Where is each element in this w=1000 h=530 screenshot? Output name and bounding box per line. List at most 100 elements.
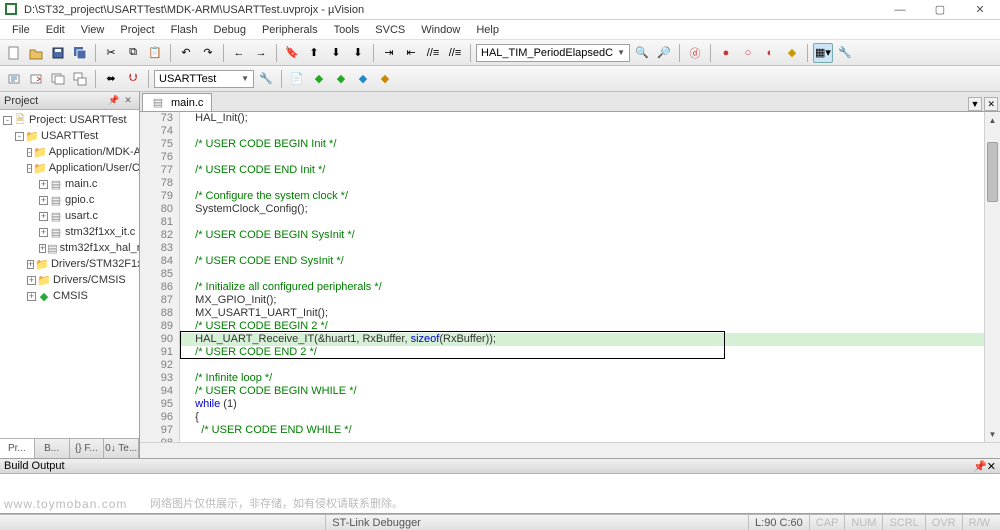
code-line-97[interactable]: /* USER CODE END WHILE */: [180, 424, 1000, 437]
nav-fwd-button[interactable]: →: [251, 43, 271, 63]
build-output-body[interactable]: www.toymoban.com 网络图片仅供展示，非存储，如有侵权请联系删除。: [0, 474, 1000, 514]
rebuild-button[interactable]: [48, 69, 68, 89]
code-line-95[interactable]: while (1): [180, 398, 1000, 411]
code-line-79[interactable]: /* Configure the system clock */: [180, 190, 1000, 203]
menu-tools[interactable]: Tools: [326, 22, 368, 38]
code-line-89[interactable]: /* USER CODE BEGIN 2 */: [180, 320, 1000, 333]
code-line-74[interactable]: [180, 125, 1000, 138]
find-button[interactable]: 🔍: [632, 43, 652, 63]
breakpoint-disable-button[interactable]: ○: [738, 43, 758, 63]
tree-group-3[interactable]: +📁Drivers/CMSIS: [0, 272, 139, 288]
bookmark-clear-button[interactable]: ⬇: [348, 43, 368, 63]
code-line-78[interactable]: [180, 177, 1000, 190]
scroll-down-icon[interactable]: ▼: [985, 426, 1000, 442]
debug-button[interactable]: ⓓ: [685, 43, 705, 63]
tree-file-1-2[interactable]: +▤usart.c: [0, 208, 139, 224]
minimize-button[interactable]: —: [880, 0, 920, 20]
open-file-button[interactable]: [26, 43, 46, 63]
breakpoint-enable-button[interactable]: ◆: [782, 43, 802, 63]
tree-file-1-0[interactable]: +▤main.c: [0, 176, 139, 192]
close-button[interactable]: ✕: [960, 0, 1000, 20]
tree-project-root[interactable]: -🗎Project: USARTTest: [0, 112, 139, 128]
redo-button[interactable]: ↷: [198, 43, 218, 63]
target-options-button[interactable]: 🔧: [256, 69, 276, 89]
code-line-73[interactable]: HAL_Init();: [180, 112, 1000, 125]
code-line-93[interactable]: /* Infinite loop */: [180, 372, 1000, 385]
outdent-button[interactable]: ⇤: [401, 43, 421, 63]
bookmark-button[interactable]: 🔖: [282, 43, 302, 63]
side-tab-0[interactable]: Pr...: [0, 439, 35, 458]
tree-file-1-1[interactable]: +▤gpio.c: [0, 192, 139, 208]
tree-group-2[interactable]: +📁Drivers/STM32F1xx_: [0, 256, 139, 272]
bookmark-prev-button[interactable]: ⬆: [304, 43, 324, 63]
build-button[interactable]: [26, 69, 46, 89]
menu-file[interactable]: File: [4, 22, 38, 38]
code-line-81[interactable]: [180, 216, 1000, 229]
code-line-86[interactable]: /* Initialize all configured peripherals…: [180, 281, 1000, 294]
code-line-96[interactable]: {: [180, 411, 1000, 424]
menu-help[interactable]: Help: [468, 22, 507, 38]
side-tab-1[interactable]: B...: [35, 439, 70, 458]
code-line-90[interactable]: HAL_UART_Receive_IT(&huart1, RxBuffer, s…: [180, 333, 1000, 346]
select-packs-button[interactable]: ◆: [331, 69, 351, 89]
indent-button[interactable]: ⇥: [379, 43, 399, 63]
find-combo[interactable]: HAL_TIM_PeriodElapsedC▼: [476, 44, 630, 62]
incremental-find-button[interactable]: 🔎: [654, 43, 674, 63]
tree-file-1-4[interactable]: +▤stm32f1xx_hal_r: [0, 240, 139, 256]
tree-file-1-3[interactable]: +▤stm32f1xx_it.c: [0, 224, 139, 240]
tab-close-button[interactable]: ✕: [984, 97, 998, 111]
comment-button[interactable]: //≡: [423, 43, 443, 63]
code-line-87[interactable]: MX_GPIO_Init();: [180, 294, 1000, 307]
menu-window[interactable]: Window: [413, 22, 468, 38]
menu-project[interactable]: Project: [112, 22, 162, 38]
configure-button[interactable]: 🔧: [835, 43, 855, 63]
code-editor[interactable]: 7374757677787980818283848586878889909192…: [140, 112, 1000, 442]
menu-debug[interactable]: Debug: [206, 22, 254, 38]
side-tab-2[interactable]: {} F...: [70, 439, 105, 458]
code-line-94[interactable]: /* USER CODE BEGIN WHILE */: [180, 385, 1000, 398]
code-line-98[interactable]: [180, 437, 1000, 442]
code-line-75[interactable]: /* USER CODE BEGIN Init */: [180, 138, 1000, 151]
code-line-82[interactable]: /* USER CODE BEGIN SysInit */: [180, 229, 1000, 242]
batch-build-button[interactable]: [70, 69, 90, 89]
code-line-80[interactable]: SystemClock_Config();: [180, 203, 1000, 216]
translate-button[interactable]: [4, 69, 24, 89]
project-tree[interactable]: -🗎Project: USARTTest-📁USARTTest-📁Applica…: [0, 110, 139, 438]
code-line-85[interactable]: [180, 268, 1000, 281]
menu-view[interactable]: View: [73, 22, 113, 38]
stop-build-button[interactable]: ⬌: [101, 69, 121, 89]
build-pin-icon[interactable]: 📌: [973, 460, 987, 473]
cut-button[interactable]: ✂: [101, 43, 121, 63]
download-button[interactable]: ⮋: [123, 69, 143, 89]
code-line-83[interactable]: [180, 242, 1000, 255]
code-line-91[interactable]: /* USER CODE END 2 */: [180, 346, 1000, 359]
panel-close-button[interactable]: ✕: [121, 94, 135, 108]
scroll-thumb[interactable]: [987, 142, 998, 202]
save-all-button[interactable]: [70, 43, 90, 63]
menu-flash[interactable]: Flash: [163, 22, 206, 38]
uncomment-button[interactable]: //≡: [445, 43, 465, 63]
maximize-button[interactable]: ▢: [920, 0, 960, 20]
bookmark-next-button[interactable]: ⬇: [326, 43, 346, 63]
undo-button[interactable]: ↶: [176, 43, 196, 63]
tab-dropdown-button[interactable]: ▼: [968, 97, 983, 111]
code-line-88[interactable]: MX_USART1_UART_Init();: [180, 307, 1000, 320]
menu-edit[interactable]: Edit: [38, 22, 73, 38]
menu-svcs[interactable]: SVCS: [367, 22, 413, 38]
copy-button[interactable]: ⧉: [123, 43, 143, 63]
code-line-92[interactable]: [180, 359, 1000, 372]
tree-group-1[interactable]: -📁Application/User/C: [0, 160, 139, 176]
code-line-76[interactable]: [180, 151, 1000, 164]
horizontal-scrollbar[interactable]: [140, 442, 1000, 458]
breakpoint-button[interactable]: ●: [716, 43, 736, 63]
scroll-up-icon[interactable]: ▲: [985, 112, 1000, 128]
tree-target[interactable]: -📁USARTTest: [0, 128, 139, 144]
breakpoint-kill-button[interactable]: ◐: [760, 43, 780, 63]
target-combo[interactable]: USARTTest▼: [154, 70, 254, 88]
tree-group-4[interactable]: +◆CMSIS: [0, 288, 139, 304]
tree-group-0[interactable]: -📁Application/MDK-A: [0, 144, 139, 160]
code-line-77[interactable]: /* USER CODE END Init */: [180, 164, 1000, 177]
build-close-button[interactable]: ✕: [987, 460, 996, 473]
window-layout-button[interactable]: ▦▾: [813, 43, 833, 63]
paste-button[interactable]: 📋: [145, 43, 165, 63]
